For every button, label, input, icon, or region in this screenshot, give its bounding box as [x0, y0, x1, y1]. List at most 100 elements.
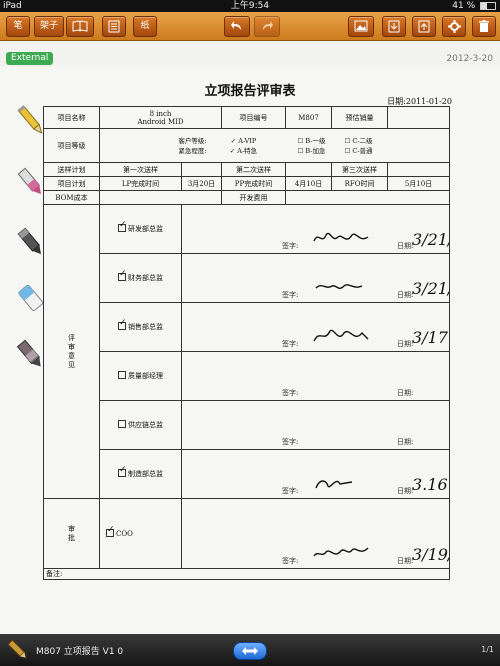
handwritten-date: 3.16: [412, 475, 448, 494]
shelf-button[interactable]: 架子: [34, 16, 64, 37]
grade-label: 项目等级: [43, 128, 100, 163]
sign-cell-5[interactable]: 签字: 日期: 3.16: [180, 449, 451, 499]
swap-button[interactable]: [233, 642, 267, 660]
paper-button[interactable]: 纸: [133, 16, 157, 37]
opt-b-1[interactable]: B-一级: [305, 136, 325, 146]
sign-label: 签字:: [282, 242, 299, 250]
swap-arrows-icon: [242, 647, 258, 655]
dept-checkbox-4[interactable]: [118, 420, 126, 428]
handwritten-date: 3/21/2: [412, 279, 449, 298]
coo-checkbox[interactable]: [106, 525, 115, 537]
dept-checkbox-5[interactable]: [118, 465, 127, 477]
date-label: 日期:: [397, 389, 414, 397]
gear-icon: [447, 20, 461, 33]
bom-label: BOM成本: [43, 190, 100, 205]
document-name: M807 立项报告 V1 0: [36, 647, 124, 657]
review-opinion-label: 评 审 意 见: [43, 204, 100, 499]
import-button[interactable]: [382, 16, 406, 37]
dept-row-1: 财务部总监: [99, 253, 182, 303]
page-date: 2012-3-20: [446, 54, 493, 64]
approval-label: 审 批: [43, 498, 100, 569]
bottom-bar: M807 立项报告 V1 0 1/1: [0, 634, 500, 666]
date-label: 日期:: [397, 557, 414, 565]
battery-icon: [480, 1, 496, 10]
clock: 上午9:54: [230, 1, 270, 11]
lp-date: 3月20日: [180, 176, 223, 191]
dept-name-0: 研发部总监: [128, 225, 163, 233]
project-plan-label: 项目计划: [43, 176, 100, 191]
handwritten-date: 3/21/2: [412, 230, 449, 249]
sign-cell-2[interactable]: 签字: 日期: 3/17: [180, 302, 451, 352]
date-label: 日期:: [397, 487, 414, 495]
redo-button[interactable]: [254, 16, 280, 37]
coo-name: COO: [116, 530, 133, 538]
sample-2: 第二次送样: [221, 162, 287, 177]
lp-label: LP完成时间: [99, 176, 182, 191]
date-label: 日期:: [397, 291, 414, 299]
delete-button[interactable]: [472, 16, 496, 37]
sign-cell-3[interactable]: 签字: 日期:: [180, 351, 451, 401]
settings-button[interactable]: [442, 16, 466, 37]
dept-checkbox-0[interactable]: [118, 220, 127, 232]
download-icon: [388, 20, 400, 33]
urgency-label: 紧急程度:: [178, 146, 207, 155]
forecast-label: 预估销量: [331, 106, 389, 129]
coo-row: COO: [99, 498, 182, 569]
opt-b-urgent[interactable]: B-加急: [305, 146, 325, 156]
note-row: 备注:: [42, 568, 451, 580]
opt-a-urgent[interactable]: A-特急: [237, 146, 257, 156]
sample-plan-label: 送样计划: [43, 162, 100, 177]
trash-icon: [479, 20, 489, 32]
pen-button[interactable]: 笔: [6, 16, 30, 37]
battery-indicator: 41 %: [452, 0, 496, 12]
sign-label: 签字:: [282, 487, 299, 495]
handwritten-date: 3/17: [412, 328, 448, 347]
book-icon: [72, 20, 88, 32]
project-name-label: 项目名称: [43, 106, 100, 129]
sign-label: 签字:: [282, 438, 299, 446]
book-button[interactable]: [66, 16, 94, 37]
dept-name-3: 质量部经理: [128, 372, 163, 380]
dept-row-5: 制造部总监: [99, 449, 182, 499]
project-no-label: 项目编号: [221, 106, 287, 129]
upload-icon: [418, 20, 430, 33]
coo-sign-cell[interactable]: 签字: 日期:3/19/2: [180, 498, 451, 569]
date-label: 日期:: [397, 340, 414, 348]
pp-label: PP完成时间: [221, 176, 287, 191]
image-icon: [354, 20, 368, 32]
dept-name-5: 制造部总监: [128, 470, 163, 478]
dept-row-0: 研发部总监: [99, 204, 182, 254]
image-button[interactable]: [348, 16, 374, 37]
undo-button[interactable]: [224, 16, 250, 37]
sample-3: 第三次送样: [331, 162, 389, 177]
opt-c-normal[interactable]: C-普通: [352, 146, 372, 156]
dev-cost-label: 开发费用: [221, 190, 287, 205]
dept-name-2: 销售部总监: [128, 323, 163, 331]
list-button[interactable]: [102, 16, 126, 37]
handwritten-signature: [315, 284, 363, 289]
sign-cell-4[interactable]: 签字: 日期:: [180, 400, 451, 450]
dept-row-4: 供应链总监: [99, 400, 182, 450]
opt-a-vip[interactable]: A-VIP: [238, 136, 256, 146]
project-no-value: M807: [285, 106, 333, 129]
sign-cell-1[interactable]: 签字: 日期:3/21/2: [180, 253, 451, 303]
review-form-table: 项目名称 8 inch Android MID 项目编号 M807 预估销量 项…: [42, 106, 451, 580]
sign-label: 签字:: [282, 557, 299, 565]
sample-1: 第一次送样: [99, 162, 182, 177]
dept-checkbox-2[interactable]: [118, 318, 127, 330]
handwritten-signature: [313, 547, 369, 557]
sign-label: 签字:: [282, 340, 299, 348]
battery-percent: 41 %: [452, 1, 476, 11]
sign-label: 签字:: [282, 291, 299, 299]
opt-c-2[interactable]: C-二级: [352, 136, 372, 146]
status-bar: iPad 上午9:54 41 %: [0, 0, 500, 12]
redo-icon: [263, 21, 273, 30]
dept-checkbox-3[interactable]: [118, 371, 126, 379]
export-button[interactable]: [412, 16, 436, 37]
dept-row-2: 销售部总监: [99, 302, 182, 352]
external-badge[interactable]: External: [6, 52, 54, 65]
undo-icon: [231, 21, 241, 30]
sign-cell-0[interactable]: 签字: 日期:3/21/2: [180, 204, 451, 254]
dept-checkbox-1[interactable]: [118, 269, 127, 281]
pen-tool-icon[interactable]: [6, 638, 30, 662]
